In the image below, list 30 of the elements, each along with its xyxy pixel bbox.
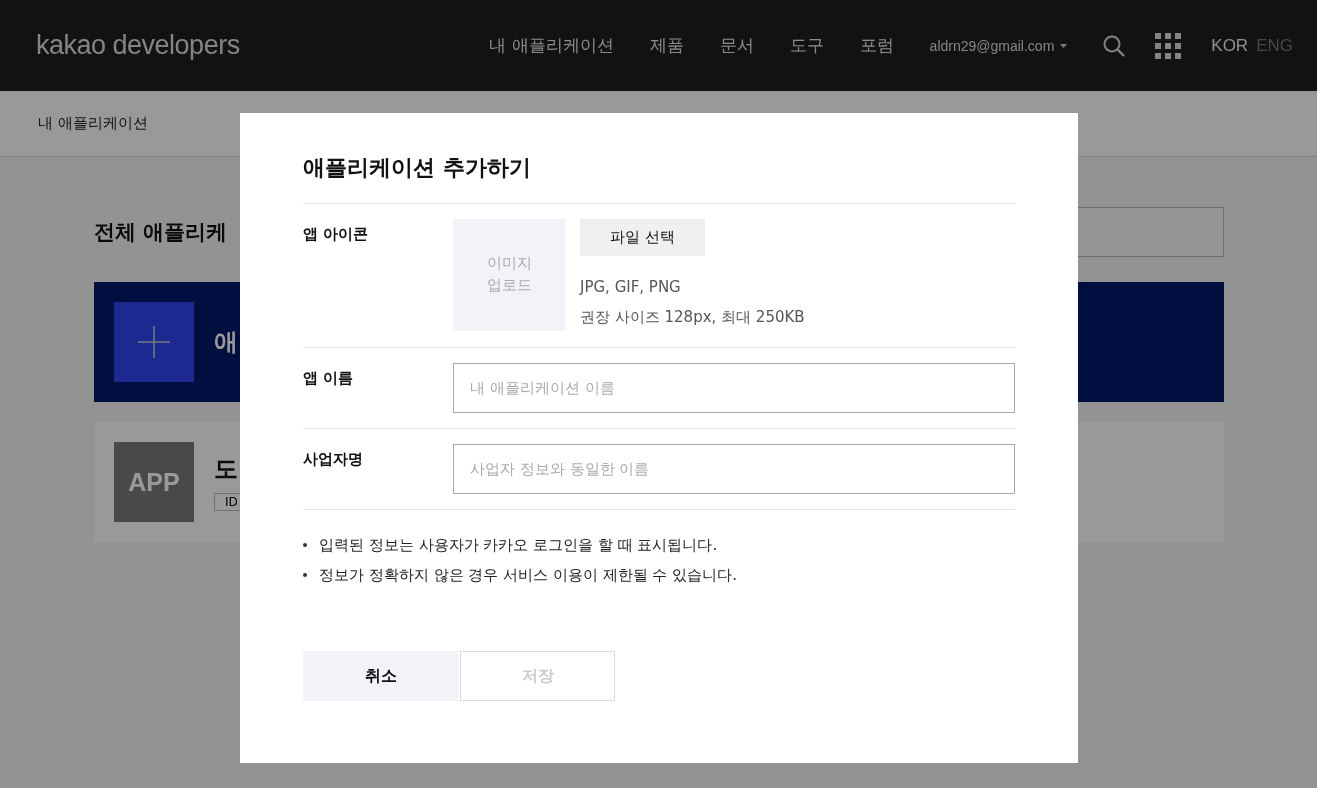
caret-icon [1060, 43, 1068, 48]
bullet-icon [303, 543, 307, 547]
breadcrumb: 내 애플리케이션 [38, 114, 148, 133]
nav-link[interactable]: 도구 [789, 34, 824, 57]
plus-icon [114, 302, 194, 382]
app-name: 도 [214, 454, 239, 485]
input-field[interactable]: 내 애플리케이션 이름 [453, 363, 1015, 413]
note-text: 정보가 정확하지 않은 경우 서비스 이용이 제한될 수 있습니다. [319, 565, 737, 586]
apps-grid-icon[interactable] [1155, 32, 1182, 59]
dialog-title: 애플리케이션 추가하기 [303, 153, 1015, 204]
app-icon: APP [114, 442, 194, 522]
field-label: 앱 이름 [303, 368, 355, 389]
nav-link[interactable]: 제품 [649, 34, 684, 57]
logo[interactable]: kakao developers [36, 30, 240, 61]
hint-text: 권장 사이즈 128px, 최대 250KB [580, 307, 805, 328]
nav-link[interactable]: 문서 [719, 34, 754, 57]
cancel-button[interactable]: 취소 [303, 651, 458, 701]
hint-text: JPG, GIF, PNG [580, 277, 682, 298]
language-option[interactable]: KOR [1211, 35, 1249, 56]
search-icon[interactable] [1103, 34, 1126, 57]
account-menu[interactable]: aldrn29@gmail.com [929, 37, 1068, 54]
field-label: 앱 아이콘 [303, 224, 370, 245]
note-text: 입력된 정보는 사용자가 카카오 로그인을 할 때 표시됩니다. [319, 535, 718, 556]
input-field[interactable]: 사업자 정보와 동일한 이름 [453, 444, 1015, 494]
page-title: 전체 애플리케 [94, 219, 228, 246]
bullet-icon [303, 573, 307, 577]
nav-link[interactable]: 포럼 [859, 34, 894, 57]
nav-link[interactable]: 내 애플리케이션 [489, 34, 614, 57]
field-label: 사업자명 [303, 449, 364, 470]
file-select-button[interactable]: 파일 선택 [580, 219, 705, 256]
